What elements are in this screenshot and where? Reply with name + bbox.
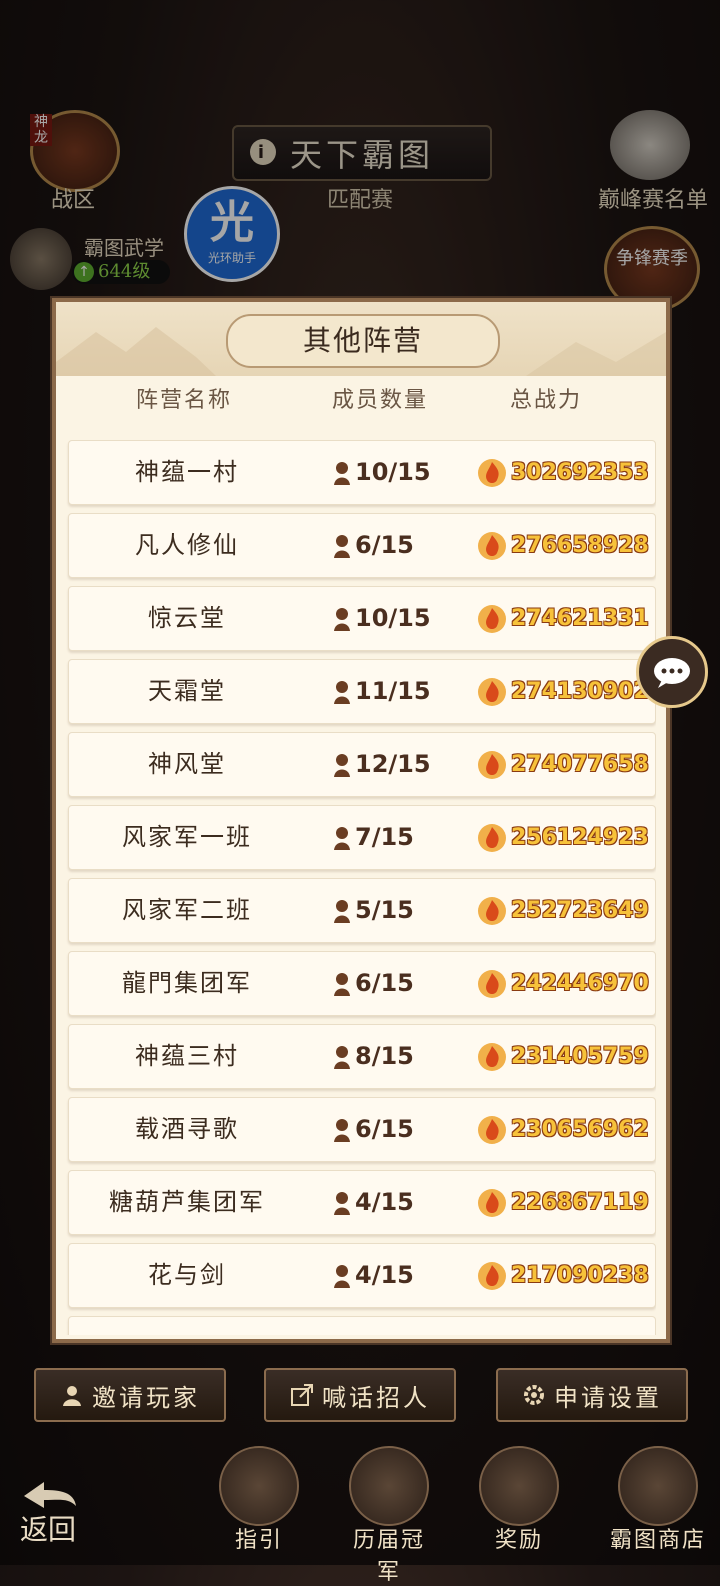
camp-members: 8/15 bbox=[333, 1025, 414, 1088]
member-icon bbox=[334, 1192, 350, 1215]
camp-list[interactable]: 神蕴一村 10/15 302692353 凡人修仙 6/15 276658928 惊云堂 10… bbox=[66, 430, 656, 1335]
column-header-power: 总战力 bbox=[510, 388, 583, 413]
bag-icon bbox=[219, 1446, 299, 1526]
camp-power: 217090238 bbox=[477, 1244, 649, 1307]
camp-row[interactable]: 风家军二班 5/15 252723649 bbox=[68, 878, 656, 943]
camp-members: 4/15 bbox=[333, 1171, 414, 1234]
camp-row[interactable]: 风家军一班 7/15 256124923 bbox=[68, 805, 656, 870]
camp-row[interactable]: 载酒寻歌 6/15 230656962 bbox=[68, 1097, 656, 1162]
power-flame-icon bbox=[478, 1189, 506, 1217]
camp-name: 载酒寻歌 bbox=[135, 1115, 239, 1143]
camp-name: 凡人修仙 bbox=[135, 531, 239, 559]
camp-power: 242446970 bbox=[477, 952, 649, 1015]
camp-name: 龍門集团军 bbox=[122, 969, 252, 997]
gear-icon bbox=[524, 1385, 544, 1405]
power-flame-icon bbox=[478, 532, 506, 560]
person-icon bbox=[63, 1386, 81, 1406]
power-flame-icon bbox=[478, 824, 506, 852]
camp-members: 11/15 bbox=[333, 660, 431, 723]
camp-members: 6/15 bbox=[333, 1098, 414, 1161]
share-icon bbox=[291, 1384, 313, 1406]
dialog-title: 其他阵营 bbox=[226, 314, 500, 368]
power-flame-icon bbox=[478, 678, 506, 706]
camp-members: 12/15 bbox=[333, 733, 431, 796]
column-header-name: 阵营名称 bbox=[136, 388, 233, 413]
camp-name: 神风堂 bbox=[148, 750, 226, 778]
column-header-members: 成员数量 bbox=[332, 388, 429, 413]
back-arrow-icon bbox=[24, 1482, 76, 1508]
camp-row[interactable]: 惊云堂 10/15 274621331 bbox=[68, 586, 656, 651]
invite-players-button[interactable]: 邀请玩家 bbox=[34, 1368, 226, 1422]
camp-power: 302692353 bbox=[477, 441, 649, 504]
camp-row[interactable]: 神蕴三村 8/15 231405759 bbox=[68, 1024, 656, 1089]
camp-row[interactable]: 糖葫芦集团军 4/15 226867119 bbox=[68, 1170, 656, 1235]
member-icon bbox=[334, 608, 350, 631]
apply-settings-button[interactable]: 申请设置 bbox=[496, 1368, 688, 1422]
camp-row-partial[interactable] bbox=[68, 1316, 656, 1335]
member-icon bbox=[334, 535, 350, 558]
camp-power: 256124923 bbox=[477, 806, 649, 869]
member-icon bbox=[334, 462, 350, 485]
chest-icon bbox=[479, 1446, 559, 1526]
dialog-header: 其他阵营 bbox=[56, 302, 666, 376]
nav-guide[interactable]: 指引 bbox=[216, 1446, 302, 1554]
camp-power: 231405759 bbox=[477, 1025, 649, 1088]
camp-power: 252723649 bbox=[477, 879, 649, 942]
power-flame-icon bbox=[478, 751, 506, 779]
member-icon bbox=[334, 900, 350, 923]
power-flame-icon bbox=[478, 970, 506, 998]
camp-row[interactable]: 凡人修仙 6/15 276658928 bbox=[68, 513, 656, 578]
shout-recruit-button[interactable]: 喊话招人 bbox=[264, 1368, 456, 1422]
back-button[interactable]: 返回 bbox=[20, 1478, 80, 1548]
member-icon bbox=[334, 973, 350, 996]
member-icon bbox=[334, 1046, 350, 1069]
camp-name: 神蕴三村 bbox=[135, 1042, 239, 1070]
power-flame-icon bbox=[478, 1262, 506, 1290]
camp-name: 天霜堂 bbox=[148, 677, 226, 705]
nav-rewards[interactable]: 奖励 bbox=[476, 1446, 562, 1554]
shop-icon bbox=[618, 1446, 698, 1526]
power-flame-icon bbox=[478, 459, 506, 487]
camp-row[interactable]: 神蕴一村 10/15 302692353 bbox=[68, 440, 656, 505]
camp-members: 4/15 bbox=[333, 1244, 414, 1307]
camp-power: 274130902 bbox=[477, 660, 649, 723]
member-icon bbox=[334, 681, 350, 704]
banner-icon bbox=[349, 1446, 429, 1526]
member-icon bbox=[334, 1265, 350, 1288]
camp-members: 10/15 bbox=[333, 441, 431, 504]
camp-row[interactable]: 龍門集团军 6/15 242446970 bbox=[68, 951, 656, 1016]
camp-power: 274077658 bbox=[477, 733, 649, 796]
member-icon bbox=[334, 827, 350, 850]
chat-bubble-icon bbox=[654, 658, 690, 688]
power-flame-icon bbox=[478, 1043, 506, 1071]
other-camps-dialog: 其他阵营 阵营名称 成员数量 总战力 神蕴一村 10/15 302692353 凡人修… bbox=[52, 298, 670, 1343]
camp-power: 226867119 bbox=[477, 1171, 649, 1234]
camp-row[interactable]: 花与剑 4/15 217090238 bbox=[68, 1243, 656, 1308]
camp-power: 276658928 bbox=[477, 514, 649, 577]
camp-row[interactable]: 神风堂 12/15 274077658 bbox=[68, 732, 656, 797]
camp-members: 7/15 bbox=[333, 806, 414, 869]
camp-row[interactable]: 天霜堂 11/15 274130902 bbox=[68, 659, 656, 724]
power-flame-icon bbox=[478, 897, 506, 925]
camp-power: 274621331 bbox=[477, 587, 649, 650]
camp-members: 10/15 bbox=[333, 587, 431, 650]
chat-button[interactable] bbox=[636, 636, 708, 708]
member-icon bbox=[334, 754, 350, 777]
camp-name: 惊云堂 bbox=[148, 604, 226, 632]
camp-name: 花与剑 bbox=[148, 1261, 226, 1289]
camp-name: 神蕴一村 bbox=[135, 458, 239, 486]
camp-members: 6/15 bbox=[333, 514, 414, 577]
nav-shop[interactable]: 霸图商店 bbox=[608, 1446, 708, 1554]
nav-champions[interactable]: 历届冠军 bbox=[346, 1446, 432, 1586]
camp-name: 风家军二班 bbox=[122, 896, 252, 924]
camp-power: 230656962 bbox=[477, 1098, 649, 1161]
member-icon bbox=[334, 1119, 350, 1142]
camp-name: 风家军一班 bbox=[122, 823, 252, 851]
power-flame-icon bbox=[478, 1116, 506, 1144]
power-flame-icon bbox=[478, 605, 506, 633]
camp-name: 糖葫芦集团军 bbox=[109, 1188, 265, 1216]
camp-members: 5/15 bbox=[333, 879, 414, 942]
camp-members: 6/15 bbox=[333, 952, 414, 1015]
